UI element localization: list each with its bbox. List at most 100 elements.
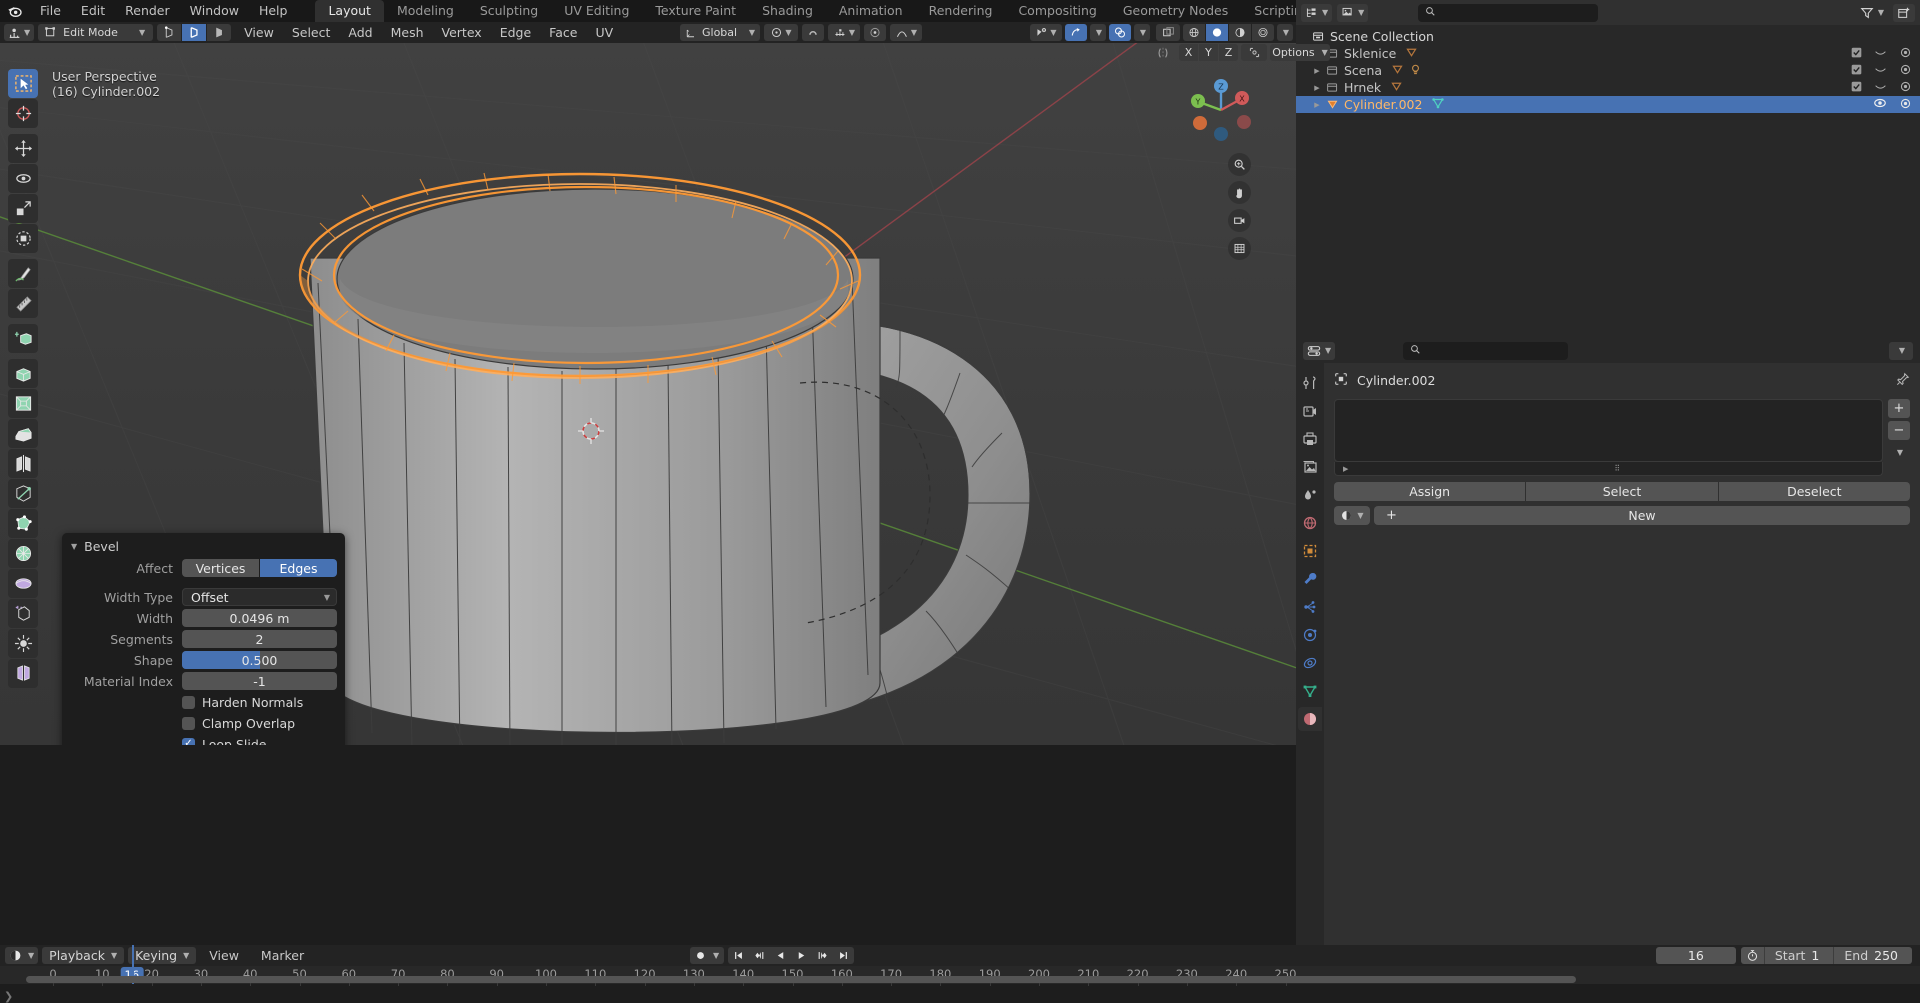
render-camera-icon[interactable] xyxy=(1899,63,1912,79)
transform-tool[interactable] xyxy=(8,224,38,253)
bevel-segments-field[interactable]: 2 xyxy=(182,630,337,648)
properties-tab-scene[interactable] xyxy=(1298,483,1322,507)
transform-orientation-selector[interactable]: Global ▼ xyxy=(680,24,760,41)
ortho-persp-icon[interactable] xyxy=(1228,237,1251,260)
grip-dots-icon[interactable]: ⠿ xyxy=(1614,464,1621,473)
properties-tab-viewlayer[interactable] xyxy=(1298,455,1322,479)
timeline-menu-playback[interactable]: Playback ▼ xyxy=(42,947,125,964)
viewport-menu-select[interactable]: Select xyxy=(283,22,340,43)
jump-to-start-icon[interactable] xyxy=(728,947,749,964)
annotate-tool[interactable] xyxy=(8,259,38,288)
properties-tab-modifier[interactable] xyxy=(1298,567,1322,591)
workspace-tab-animation[interactable]: Animation xyxy=(826,0,916,22)
poly-build-tool[interactable] xyxy=(8,509,38,538)
bevel-shape-slider[interactable]: 0.500 xyxy=(182,651,337,669)
workspace-tab-uv-editing[interactable]: UV Editing xyxy=(551,0,642,22)
loop-slide-checkbox[interactable] xyxy=(182,737,195,745)
bevel-operator-panel[interactable]: ▼ Bevel Affect Vertices Edges Width Type… xyxy=(62,533,345,745)
outliner-root-row[interactable]: ▶ Scene Collection xyxy=(1296,28,1920,45)
gizmo-icon[interactable] xyxy=(1065,24,1087,41)
play-icon[interactable] xyxy=(791,947,812,964)
outliner-item-hrnek[interactable]: ▶ Hrnek xyxy=(1296,79,1920,96)
timeline-menu-view[interactable]: View xyxy=(200,945,248,966)
visibility-icon[interactable]: ▼ xyxy=(1030,24,1062,41)
knife-tool[interactable] xyxy=(8,479,38,508)
workspace-tab-layout[interactable]: Layout xyxy=(315,0,384,22)
viewport-menu-face[interactable]: Face xyxy=(540,22,586,43)
timeline-menu-marker[interactable]: Marker xyxy=(252,945,313,966)
move-tool[interactable] xyxy=(8,134,38,163)
deselect-button[interactable]: Deselect xyxy=(1718,482,1910,501)
chevron-down-icon[interactable]: ▼ xyxy=(71,542,77,551)
material-slot-specials[interactable]: ▼ xyxy=(1888,443,1910,462)
wireframe-shading[interactable] xyxy=(1183,24,1205,41)
spin-tool[interactable] xyxy=(8,539,38,568)
properties-tab-physics[interactable] xyxy=(1298,623,1322,647)
outliner-search-input[interactable] xyxy=(1441,5,1592,20)
properties-search-box[interactable] xyxy=(1403,341,1569,360)
expand-triangle-icon[interactable]: ▶ xyxy=(1310,101,1324,109)
menu-file[interactable]: File xyxy=(30,0,71,22)
new-material-button[interactable]: + New xyxy=(1374,506,1910,525)
edge-select-mode[interactable] xyxy=(182,24,207,41)
mirror-axis-z[interactable]: Z xyxy=(1219,44,1238,61)
vertex-select-mode[interactable] xyxy=(157,24,182,41)
viewport-menu-mesh[interactable]: Mesh xyxy=(382,22,433,43)
3d-viewport[interactable]: User Perspective (16) Cylinder.002 Z Y X… xyxy=(0,43,1296,745)
properties-tab-data[interactable] xyxy=(1298,679,1322,703)
funnel-filter-icon[interactable]: ▼ xyxy=(1856,4,1888,22)
bevel-affect-vertices[interactable]: Vertices xyxy=(182,559,259,577)
face-select-mode[interactable] xyxy=(207,24,232,41)
expand-triangle-icon[interactable]: ▶ xyxy=(1310,84,1324,92)
pivot-point-icon[interactable]: ▼ xyxy=(764,24,798,41)
jump-to-end-icon[interactable] xyxy=(833,947,854,964)
outliner-item-cylinder-002[interactable]: ▶ Cylinder.002 xyxy=(1296,96,1920,113)
workspace-tab-geometry-nodes[interactable]: Geometry Nodes xyxy=(1110,0,1241,22)
shading-dropdown[interactable]: ▼ xyxy=(1277,24,1293,41)
pan-hand-icon[interactable] xyxy=(1228,181,1251,204)
menu-edit[interactable]: Edit xyxy=(71,0,115,22)
scale-tool[interactable] xyxy=(8,194,38,223)
timeline-editor-icon[interactable]: ▼ xyxy=(5,947,39,964)
properties-tab-object[interactable] xyxy=(1298,539,1322,563)
viewport-menu-add[interactable]: Add xyxy=(339,22,381,43)
overlays-dropdown[interactable]: ▼ xyxy=(1134,24,1150,41)
mirror-icon[interactable] xyxy=(1150,44,1176,61)
outliner-display-icon[interactable]: ▼ xyxy=(1301,3,1333,22)
workspace-tab-modeling[interactable]: Modeling xyxy=(384,0,467,22)
timeline-expand-arrow[interactable]: ❯ xyxy=(4,990,13,1003)
inset-faces-tool[interactable] xyxy=(8,389,38,418)
end-frame-value[interactable]: 250 xyxy=(1874,948,1912,963)
viewport-menu-view[interactable]: View xyxy=(235,22,283,43)
current-frame-field[interactable]: 16 xyxy=(1655,947,1736,964)
collection-checkbox[interactable] xyxy=(1851,80,1862,95)
edge-slide-tool[interactable] xyxy=(8,599,38,628)
solid-shading[interactable] xyxy=(1206,24,1228,41)
expand-triangle-icon[interactable]: ▶ xyxy=(1310,67,1324,75)
workspace-tab-shading[interactable]: Shading xyxy=(749,0,826,22)
bevel-affect-edges[interactable]: Edges xyxy=(260,559,337,577)
xray-icon[interactable] xyxy=(1156,24,1180,41)
mirror-axis-x[interactable]: X xyxy=(1179,44,1198,61)
bevel-panel-header[interactable]: ▼ Bevel xyxy=(62,535,345,557)
properties-expand-button[interactable]: ▼ xyxy=(1889,341,1913,360)
clamp-overlap-checkbox[interactable] xyxy=(182,716,195,730)
menu-help[interactable]: Help xyxy=(249,0,298,22)
loop-cut-tool[interactable] xyxy=(8,449,38,478)
collection-checkbox[interactable] xyxy=(1851,63,1862,78)
viewport-menu-uv[interactable]: UV xyxy=(586,22,622,43)
blender-logo-icon[interactable] xyxy=(0,0,30,22)
measure-tool[interactable] xyxy=(8,289,38,318)
viewport-menu-edge[interactable]: Edge xyxy=(491,22,540,43)
viewport-options-button[interactable]: Options ▼ xyxy=(1270,44,1330,61)
render-camera-icon[interactable] xyxy=(1899,46,1912,62)
editor-type-icon[interactable]: ▼ xyxy=(4,24,35,41)
properties-tab-material[interactable] xyxy=(1298,707,1322,731)
render-camera-icon[interactable] xyxy=(1899,80,1912,96)
outliner-search-box[interactable] xyxy=(1418,3,1599,22)
shrink-fatten-tool[interactable] xyxy=(8,629,38,658)
proportional-edit-icon[interactable] xyxy=(864,24,886,41)
eye-open-icon[interactable] xyxy=(1873,96,1887,113)
rip-region-tool[interactable] xyxy=(8,659,38,688)
outliner-item-sklenice[interactable]: ▶ Sklenice xyxy=(1296,45,1920,62)
